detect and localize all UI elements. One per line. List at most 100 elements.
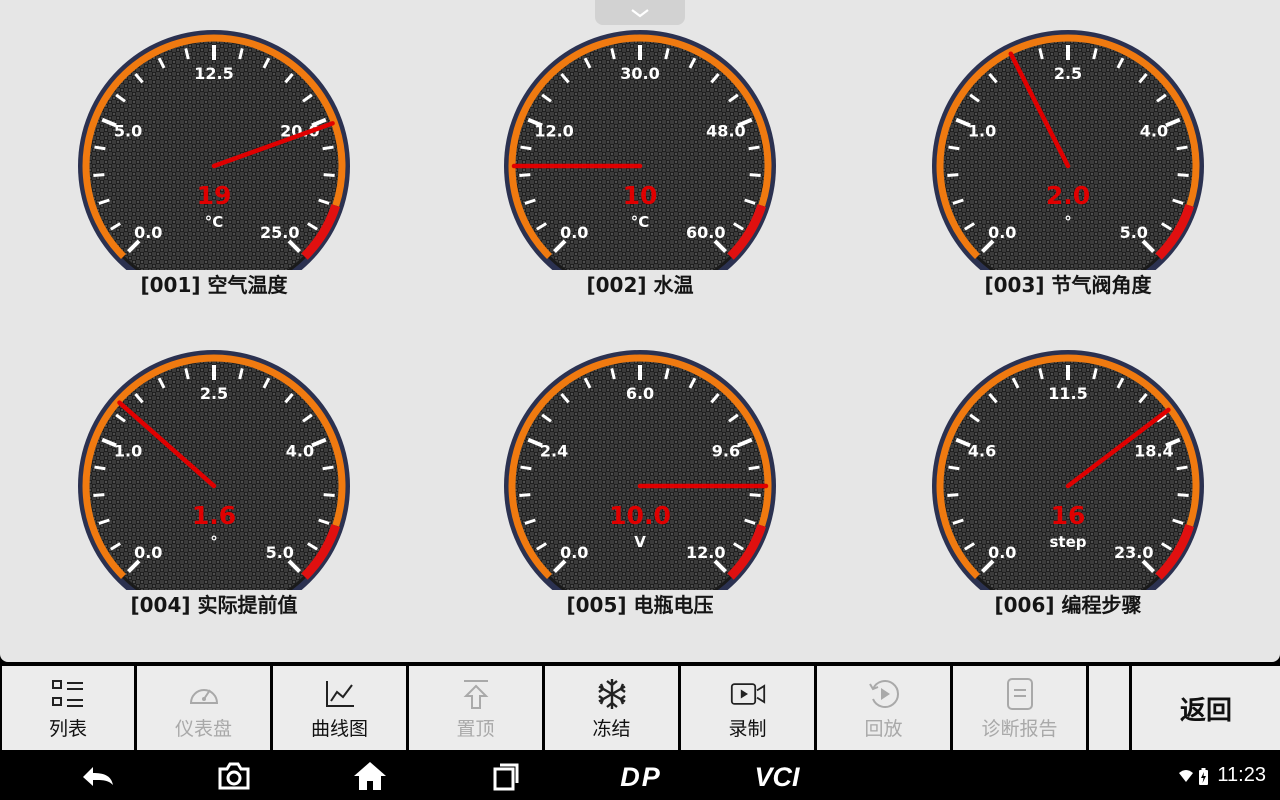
gauge-tick — [748, 145, 760, 151]
recent-apps-icon — [493, 763, 519, 791]
gauge-tick-label: 0.0 — [560, 223, 588, 242]
gauge-value: 19 — [197, 181, 232, 210]
nav-back-button[interactable] — [78, 758, 118, 794]
gauge-unit: step — [1049, 533, 1086, 551]
back-button[interactable]: 返回 — [1132, 666, 1280, 750]
record-button[interactable]: 录制 — [681, 666, 814, 750]
gauge-unit: ° — [210, 533, 218, 551]
gauge-value: 1.6 — [192, 501, 236, 530]
gauge-air-temperature: 0.0 5.0 12.5 20.0 25.0 19 °C [001] 空气温度 — [64, 16, 364, 316]
gauge-panel: 0.0 5.0 12.5 20.0 25.0 19 °C [001] 空气温度 0.0 12.… — [0, 0, 1280, 662]
freeze-label: 冻结 — [592, 717, 631, 740]
gauge-tick — [948, 465, 960, 471]
gauge-tick — [749, 173, 761, 177]
pin-top-icon — [463, 679, 488, 709]
list-button[interactable]: 列表 — [2, 666, 134, 750]
camera-icon — [218, 762, 250, 790]
gauge-tick — [1177, 493, 1189, 497]
gauge-tick — [520, 145, 532, 151]
gauge-tick-label: 2.5 — [200, 384, 228, 403]
gauge-unit: °C — [205, 213, 224, 231]
gauge-tick-label: 4.0 — [1140, 121, 1168, 140]
gauge-tick-label: 2.5 — [1054, 64, 1082, 83]
snowflake-icon — [597, 678, 626, 709]
gauge-tick-label: 5.0 — [1120, 223, 1148, 242]
playback-label: 回放 — [864, 717, 903, 740]
status-icons — [1179, 768, 1208, 785]
gauge-dial: 0.0 1.0 2.5 4.0 5.0 1.6 ° — [78, 350, 350, 590]
gauge-tick-label: 6.0 — [626, 384, 654, 403]
gauge-tick-label: 0.0 — [134, 543, 162, 562]
wifi-icon — [1179, 770, 1193, 782]
toolbar-spacer — [1089, 666, 1129, 750]
nav-dp-button[interactable]: DP — [606, 758, 676, 794]
gauge-program-step: 0.0 4.6 11.5 18.4 23.0 16 step [006] 编程步骤 — [918, 336, 1218, 636]
gauge-dial: 0.0 2.4 6.0 9.6 12.0 10.0 V — [504, 350, 776, 590]
gauge-tick-label: 1.0 — [114, 441, 142, 460]
dp-logo-icon: DP — [620, 762, 662, 791]
system-nav-bar: DP VCI 11:23 — [0, 752, 1280, 800]
bottom-toolbar: 列表 仪表盘 曲线图 置顶 冻结 录制 回放 诊断报告 返回 — [0, 664, 1280, 752]
gauge-tick — [323, 173, 335, 177]
report-button[interactable]: 诊断报告 — [953, 666, 1086, 750]
gauge-title: [006] 编程步骤 — [994, 593, 1142, 617]
gauge-tick-label: 12.0 — [534, 121, 573, 140]
list-icon — [52, 679, 83, 707]
gauge-tick — [94, 145, 106, 151]
gauge-unit: ° — [1064, 213, 1072, 231]
gauge-tick — [948, 145, 960, 151]
gauge-dial: 0.0 1.0 2.5 4.0 5.0 2.0 ° — [932, 30, 1204, 270]
gauge-tick — [94, 465, 106, 471]
graph-button[interactable]: 曲线图 — [273, 666, 406, 750]
gauge-tick-label: 48.0 — [706, 121, 745, 140]
gauge-tick — [93, 173, 105, 177]
dashboard-button[interactable]: 仪表盘 — [137, 666, 270, 750]
playback-button[interactable]: 回放 — [817, 666, 950, 750]
gauge-tick — [322, 145, 334, 151]
gauge-unit: °C — [631, 213, 650, 231]
dp-logo-text: DP — [620, 762, 662, 791]
nav-recents-button[interactable] — [486, 758, 526, 794]
gauge-value: 16 — [1051, 501, 1086, 530]
gauge-tick-label: 5.0 — [266, 543, 294, 562]
playback-icon — [868, 679, 899, 708]
record-label: 录制 — [728, 717, 767, 740]
gauge-tick — [947, 173, 959, 177]
report-label: 诊断报告 — [981, 717, 1058, 740]
gauge-tick — [1176, 465, 1188, 471]
gauge-tick — [749, 493, 761, 497]
nav-vci-button[interactable]: VCI — [742, 758, 812, 794]
gauge-dial: 0.0 12.0 30.0 48.0 60.0 10 °C — [504, 30, 776, 270]
gauge-unit: V — [634, 533, 646, 551]
gauge-dial: 0.05.012.520.025.019°C — [78, 30, 350, 270]
gauge-tick-label: 23.0 — [1114, 543, 1153, 562]
battery-charging-icon — [1199, 768, 1208, 785]
gauge-tick-label: 30.0 — [620, 64, 659, 83]
vci-logo-icon: VCI — [754, 762, 800, 791]
gauge-tick-label: 25.0 — [260, 223, 299, 242]
gauge-tick-label: 4.6 — [968, 441, 996, 460]
pin-top-button[interactable]: 置顶 — [409, 666, 542, 750]
app-root: 0.0 5.0 12.5 20.0 25.0 19 °C [001] 空气温度 0.0 12.… — [0, 0, 1280, 800]
gauge-title: [005] 电瓶电压 — [566, 593, 714, 617]
nav-screenshot-button[interactable] — [214, 758, 254, 794]
gauge-tick-label: 11.5 — [1048, 384, 1087, 403]
gauge-tick-label: 12.5 — [194, 64, 233, 83]
gauge-tick — [520, 465, 532, 471]
gauge-tick — [748, 465, 760, 471]
gauge-tick-label: 0.0 — [988, 543, 1016, 562]
home-icon — [354, 762, 386, 790]
line-chart-icon — [325, 680, 354, 707]
nav-home-button[interactable] — [350, 758, 390, 794]
gauge-dial: 0.0 4.6 11.5 18.4 23.0 16 step — [932, 350, 1204, 590]
gauge-tick — [519, 493, 531, 497]
freeze-button[interactable]: 冻结 — [545, 666, 678, 750]
gauge-tick — [93, 493, 105, 497]
gauge-ignition-advance: 0.0 1.0 2.5 4.0 5.0 1.6 ° [004] 实际提前值 — [64, 336, 364, 636]
gauge-tick — [1176, 145, 1188, 151]
gauge-tick — [322, 465, 334, 471]
back-arrow-icon — [83, 767, 113, 786]
back-label: 返回 — [1179, 695, 1232, 726]
gauge-tick-label: 2.4 — [540, 441, 568, 460]
gauge-battery-voltage: 0.0 2.4 6.0 9.6 12.0 10.0 V [005] 电瓶电压 — [490, 336, 790, 636]
